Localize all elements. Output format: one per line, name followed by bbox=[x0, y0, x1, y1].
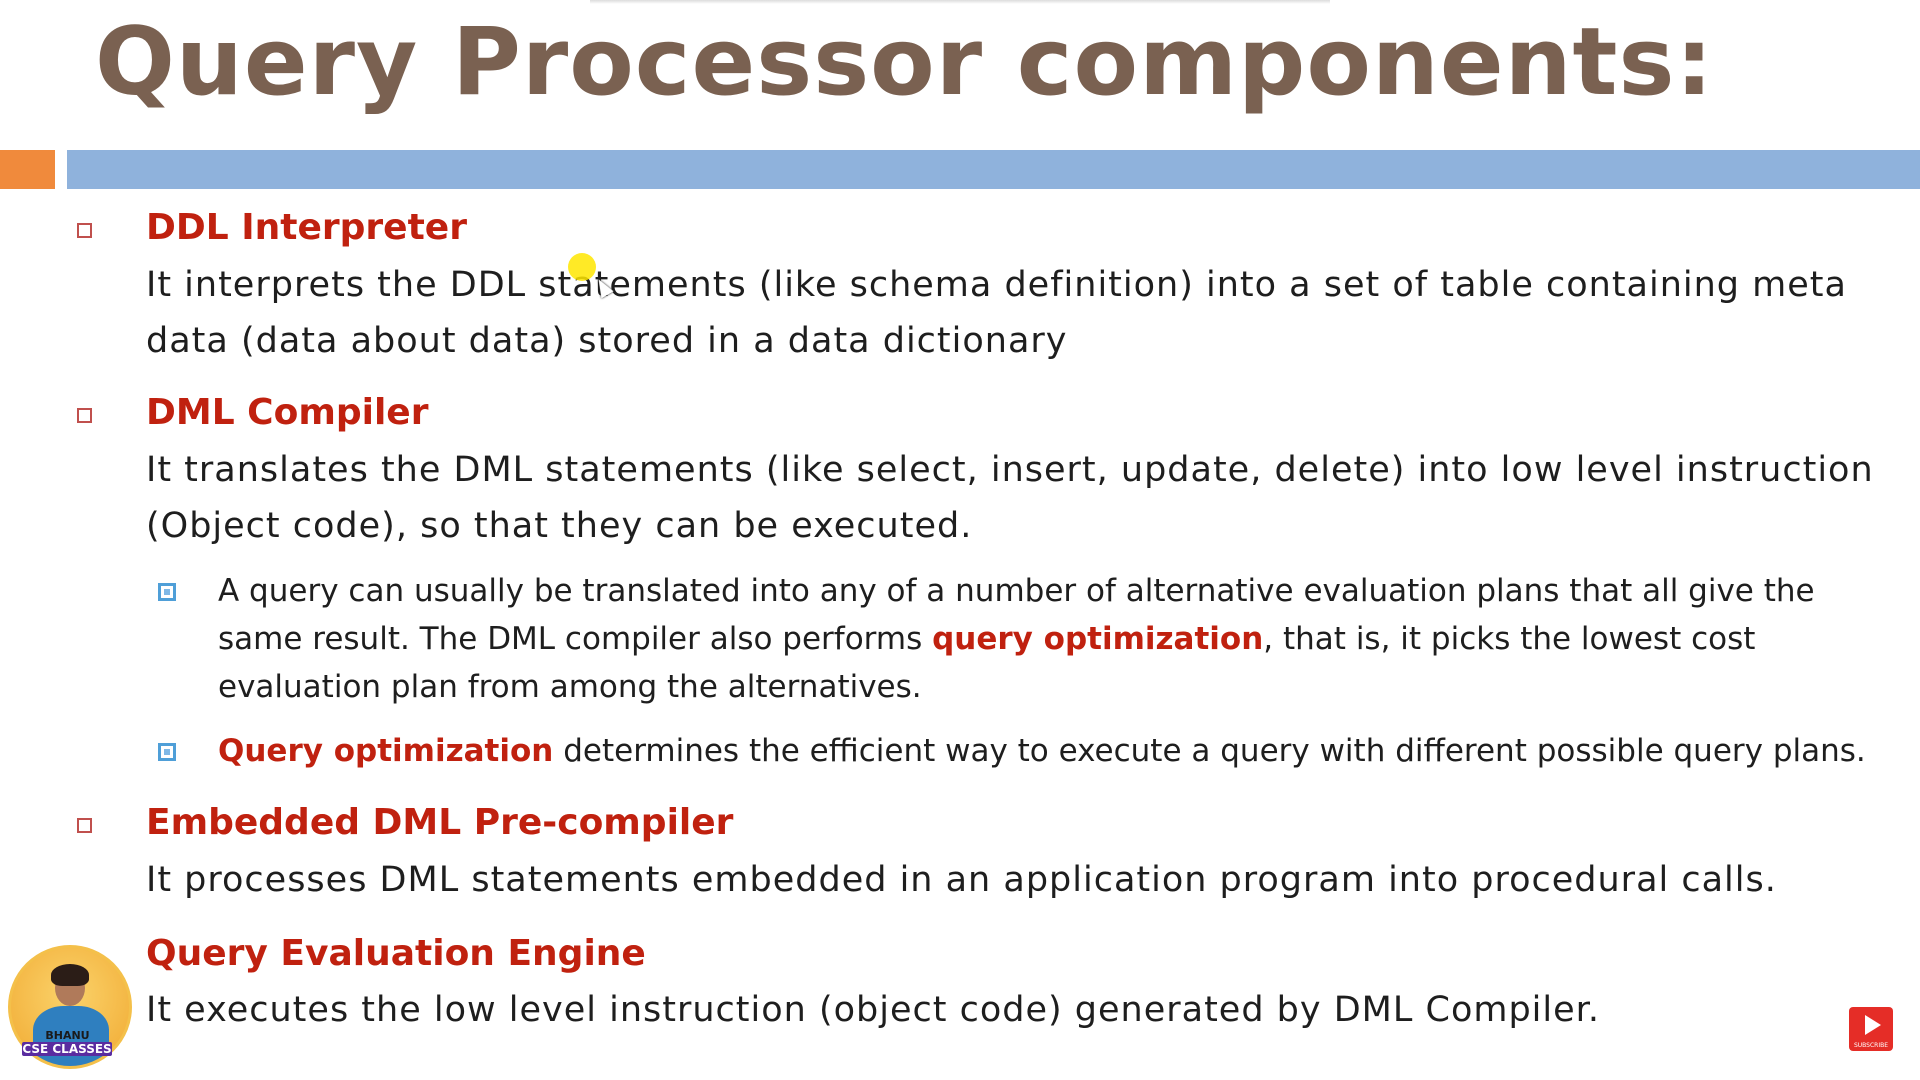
heading-ddl-interpreter: DDL Interpreter bbox=[146, 207, 467, 248]
subscribe-button[interactable]: SUBSCRIBE bbox=[1849, 1007, 1893, 1051]
desc-dml-compiler: It translates the DML statements (like s… bbox=[146, 450, 1874, 546]
bullet-square-icon bbox=[77, 818, 92, 833]
subscribe-label: SUBSCRIBE bbox=[1853, 1042, 1889, 1049]
accent-bar-blue bbox=[67, 150, 1920, 189]
slide: Query Processor components: DDL Interpre… bbox=[0, 0, 1920, 1080]
sub-bullet-icon bbox=[158, 583, 176, 601]
slide-title: Query Processor components: bbox=[95, 8, 1714, 117]
highlight-query-optimization: query optimization bbox=[932, 621, 1264, 657]
top-shadow bbox=[590, 0, 1330, 4]
accent-bar-orange bbox=[0, 150, 55, 189]
youtube-play-icon bbox=[1865, 1015, 1881, 1035]
heading-query-evaluation-engine: Query Evaluation Engine bbox=[146, 933, 646, 974]
desc-query-evaluation-engine: It executes the low level instruction (o… bbox=[146, 990, 1600, 1030]
sub-bullet-icon bbox=[158, 743, 176, 761]
bullet-square-icon bbox=[77, 223, 92, 238]
highlight-query-optimization: Query optimization bbox=[218, 733, 554, 769]
desc-embedded-dml: It processes DML statements embedded in … bbox=[146, 860, 1777, 900]
subitem-query-translation: A query can usually be translated into a… bbox=[218, 567, 1888, 711]
pointer-highlight-icon bbox=[568, 253, 596, 281]
subitem-text-after: determines the efficient way to execute … bbox=[553, 733, 1866, 769]
watermark-channel: CSE CLASSES bbox=[22, 1042, 112, 1056]
subitem-query-optimization: Query optimization determines the effici… bbox=[218, 727, 1888, 775]
heading-embedded-dml: Embedded DML Pre-compiler bbox=[146, 802, 734, 843]
desc-ddl-interpreter: It interprets the DDL statements (like s… bbox=[146, 265, 1847, 361]
heading-dml-compiler: DML Compiler bbox=[146, 392, 429, 433]
bullet-square-icon bbox=[77, 408, 92, 423]
